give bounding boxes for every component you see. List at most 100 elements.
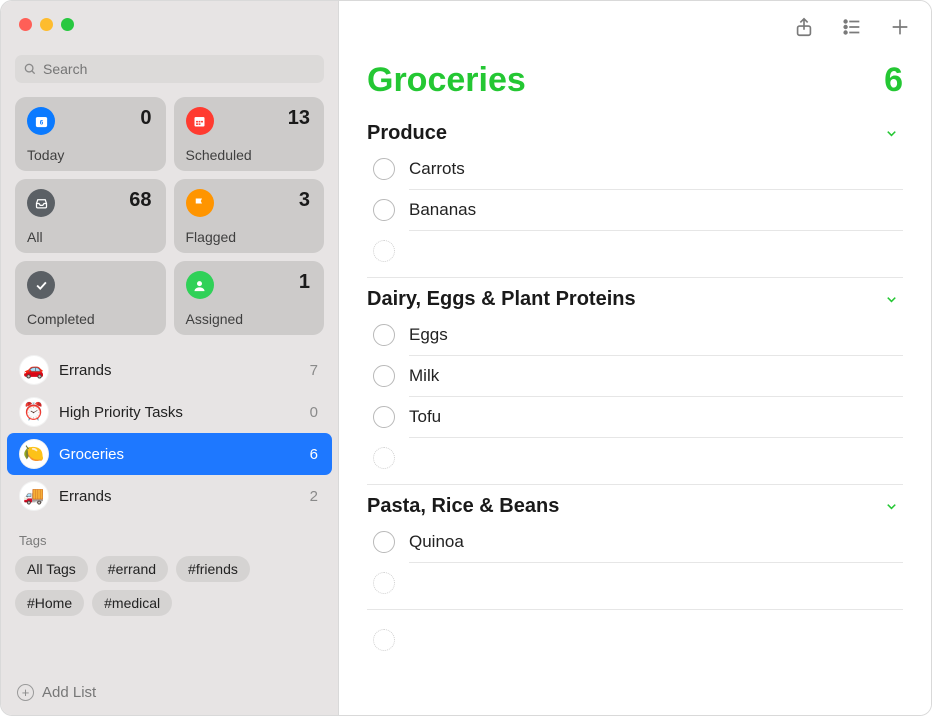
my-lists: 🚗Errands7⏰High Priority Tasks0🍋Groceries… bbox=[1, 343, 338, 523]
search-field[interactable] bbox=[15, 55, 324, 83]
complete-toggle[interactable] bbox=[373, 365, 395, 387]
list-count-badge: 6 bbox=[310, 446, 318, 463]
complete-toggle[interactable] bbox=[373, 406, 395, 428]
list-count: 6 bbox=[884, 61, 903, 100]
reminder-title[interactable]: Bananas bbox=[395, 200, 903, 220]
list-header: Groceries 6 bbox=[339, 53, 931, 112]
list-color-icon: 🚚 bbox=[19, 481, 49, 511]
reminder-item[interactable]: Milk bbox=[367, 356, 903, 396]
chevron-down-icon bbox=[884, 499, 899, 514]
section: Produce Carrots Bananas bbox=[339, 112, 903, 277]
list-count-badge: 2 bbox=[310, 488, 318, 505]
complete-toggle-placeholder[interactable] bbox=[373, 572, 395, 594]
reminders-content[interactable]: Produce Carrots Bananas Dairy, Eggs & Plant… bbox=[339, 112, 931, 715]
section bbox=[339, 610, 903, 666]
section-header[interactable]: Produce bbox=[367, 122, 903, 149]
reminder-item[interactable]: Carrots bbox=[367, 149, 903, 189]
list-color-icon: 🚗 bbox=[19, 355, 49, 385]
list-name: Groceries bbox=[59, 446, 310, 463]
complete-toggle[interactable] bbox=[373, 531, 395, 553]
reminder-title[interactable]: Carrots bbox=[395, 159, 903, 179]
section-header[interactable]: Dairy, Eggs & Plant Proteins bbox=[367, 288, 903, 315]
flag-icon bbox=[186, 189, 214, 217]
smart-assigned[interactable]: 1 Assigned bbox=[174, 261, 325, 335]
tag-pill[interactable]: #medical bbox=[92, 590, 172, 616]
new-reminder-placeholder[interactable] bbox=[367, 563, 903, 603]
sidebar: 6 0 Today 13 Scheduled 68 All bbox=[1, 1, 339, 715]
complete-toggle-placeholder[interactable] bbox=[373, 447, 395, 469]
sidebar-list-item[interactable]: 🍋 Groceries6 bbox=[7, 433, 332, 475]
section-title: Dairy, Eggs & Plant Proteins bbox=[367, 288, 884, 311]
app-window: 6 0 Today 13 Scheduled 68 All bbox=[0, 0, 932, 716]
reminder-item[interactable]: Eggs bbox=[367, 315, 903, 355]
reminder-title[interactable]: Quinoa bbox=[395, 532, 903, 552]
complete-toggle-placeholder[interactable] bbox=[373, 240, 395, 262]
chevron-down-icon bbox=[884, 292, 899, 307]
minimize-window-button[interactable] bbox=[40, 18, 53, 31]
smart-assigned-label: Assigned bbox=[186, 311, 244, 327]
reminder-item[interactable]: Tofu bbox=[367, 397, 903, 437]
smart-scheduled-count: 13 bbox=[288, 107, 310, 130]
checkmark-icon bbox=[27, 271, 55, 299]
list-name: Errands bbox=[59, 488, 310, 505]
toolbar bbox=[339, 1, 931, 53]
section-title: Pasta, Rice & Beans bbox=[367, 495, 884, 518]
tags-header: Tags bbox=[1, 523, 338, 552]
person-icon bbox=[186, 271, 214, 299]
smart-assigned-count: 1 bbox=[299, 271, 310, 294]
smart-scheduled-label: Scheduled bbox=[186, 147, 252, 163]
complete-toggle[interactable] bbox=[373, 158, 395, 180]
smart-scheduled[interactable]: 13 Scheduled bbox=[174, 97, 325, 171]
window-controls bbox=[1, 1, 338, 47]
new-reminder-placeholder[interactable] bbox=[367, 620, 903, 660]
reminder-title[interactable]: Eggs bbox=[395, 325, 903, 345]
close-window-button[interactable] bbox=[19, 18, 32, 31]
tags: All Tags #errand #friends #Home #medical bbox=[1, 552, 338, 624]
smart-all-label: All bbox=[27, 229, 43, 245]
tag-pill[interactable]: #Home bbox=[15, 590, 84, 616]
smart-completed[interactable]: Completed bbox=[15, 261, 166, 335]
calendar-today-icon: 6 bbox=[27, 107, 55, 135]
add-list-label: Add List bbox=[42, 684, 96, 701]
list-count-badge: 0 bbox=[310, 404, 318, 421]
new-reminder-placeholder[interactable] bbox=[367, 438, 903, 478]
smart-today-count: 0 bbox=[140, 107, 151, 130]
complete-toggle[interactable] bbox=[373, 199, 395, 221]
tag-pill[interactable]: #friends bbox=[176, 556, 250, 582]
reminder-title[interactable]: Tofu bbox=[395, 407, 903, 427]
tag-pill[interactable]: #errand bbox=[96, 556, 168, 582]
search-input[interactable] bbox=[43, 61, 316, 77]
smart-today[interactable]: 6 0 Today bbox=[15, 97, 166, 171]
list-title: Groceries bbox=[367, 61, 884, 100]
reminder-title[interactable]: Milk bbox=[395, 366, 903, 386]
list-count-badge: 7 bbox=[310, 362, 318, 379]
tray-icon bbox=[27, 189, 55, 217]
smart-flagged-label: Flagged bbox=[186, 229, 237, 245]
smart-all[interactable]: 68 All bbox=[15, 179, 166, 253]
list-color-icon: 🍋 bbox=[19, 439, 49, 469]
section-header[interactable]: Pasta, Rice & Beans bbox=[367, 495, 903, 522]
smart-flagged[interactable]: 3 Flagged bbox=[174, 179, 325, 253]
list-name: Errands bbox=[59, 362, 310, 379]
reminder-item[interactable]: Quinoa bbox=[367, 522, 903, 562]
sidebar-list-item[interactable]: ⏰High Priority Tasks0 bbox=[7, 391, 332, 433]
tag-pill[interactable]: All Tags bbox=[15, 556, 88, 582]
sidebar-list-item[interactable]: 🚚 Errands2 bbox=[7, 475, 332, 517]
sidebar-list-item[interactable]: 🚗 Errands7 bbox=[7, 349, 332, 391]
new-reminder-button[interactable] bbox=[889, 16, 911, 38]
view-options-button[interactable] bbox=[841, 16, 863, 38]
add-list-button[interactable]: + Add List bbox=[1, 674, 338, 715]
reminder-item[interactable]: Bananas bbox=[367, 190, 903, 230]
smart-completed-label: Completed bbox=[27, 311, 95, 327]
svg-text:6: 6 bbox=[39, 119, 43, 126]
search-icon bbox=[23, 62, 37, 76]
new-reminder-placeholder[interactable] bbox=[367, 231, 903, 271]
complete-toggle[interactable] bbox=[373, 324, 395, 346]
section: Dairy, Eggs & Plant Proteins Eggs Milk Tofu bbox=[339, 278, 903, 484]
chevron-down-icon bbox=[884, 126, 899, 141]
complete-toggle-placeholder[interactable] bbox=[373, 629, 395, 651]
calendar-icon bbox=[186, 107, 214, 135]
share-button[interactable] bbox=[793, 16, 815, 38]
section: Pasta, Rice & Beans Quinoa bbox=[339, 485, 903, 609]
zoom-window-button[interactable] bbox=[61, 18, 74, 31]
